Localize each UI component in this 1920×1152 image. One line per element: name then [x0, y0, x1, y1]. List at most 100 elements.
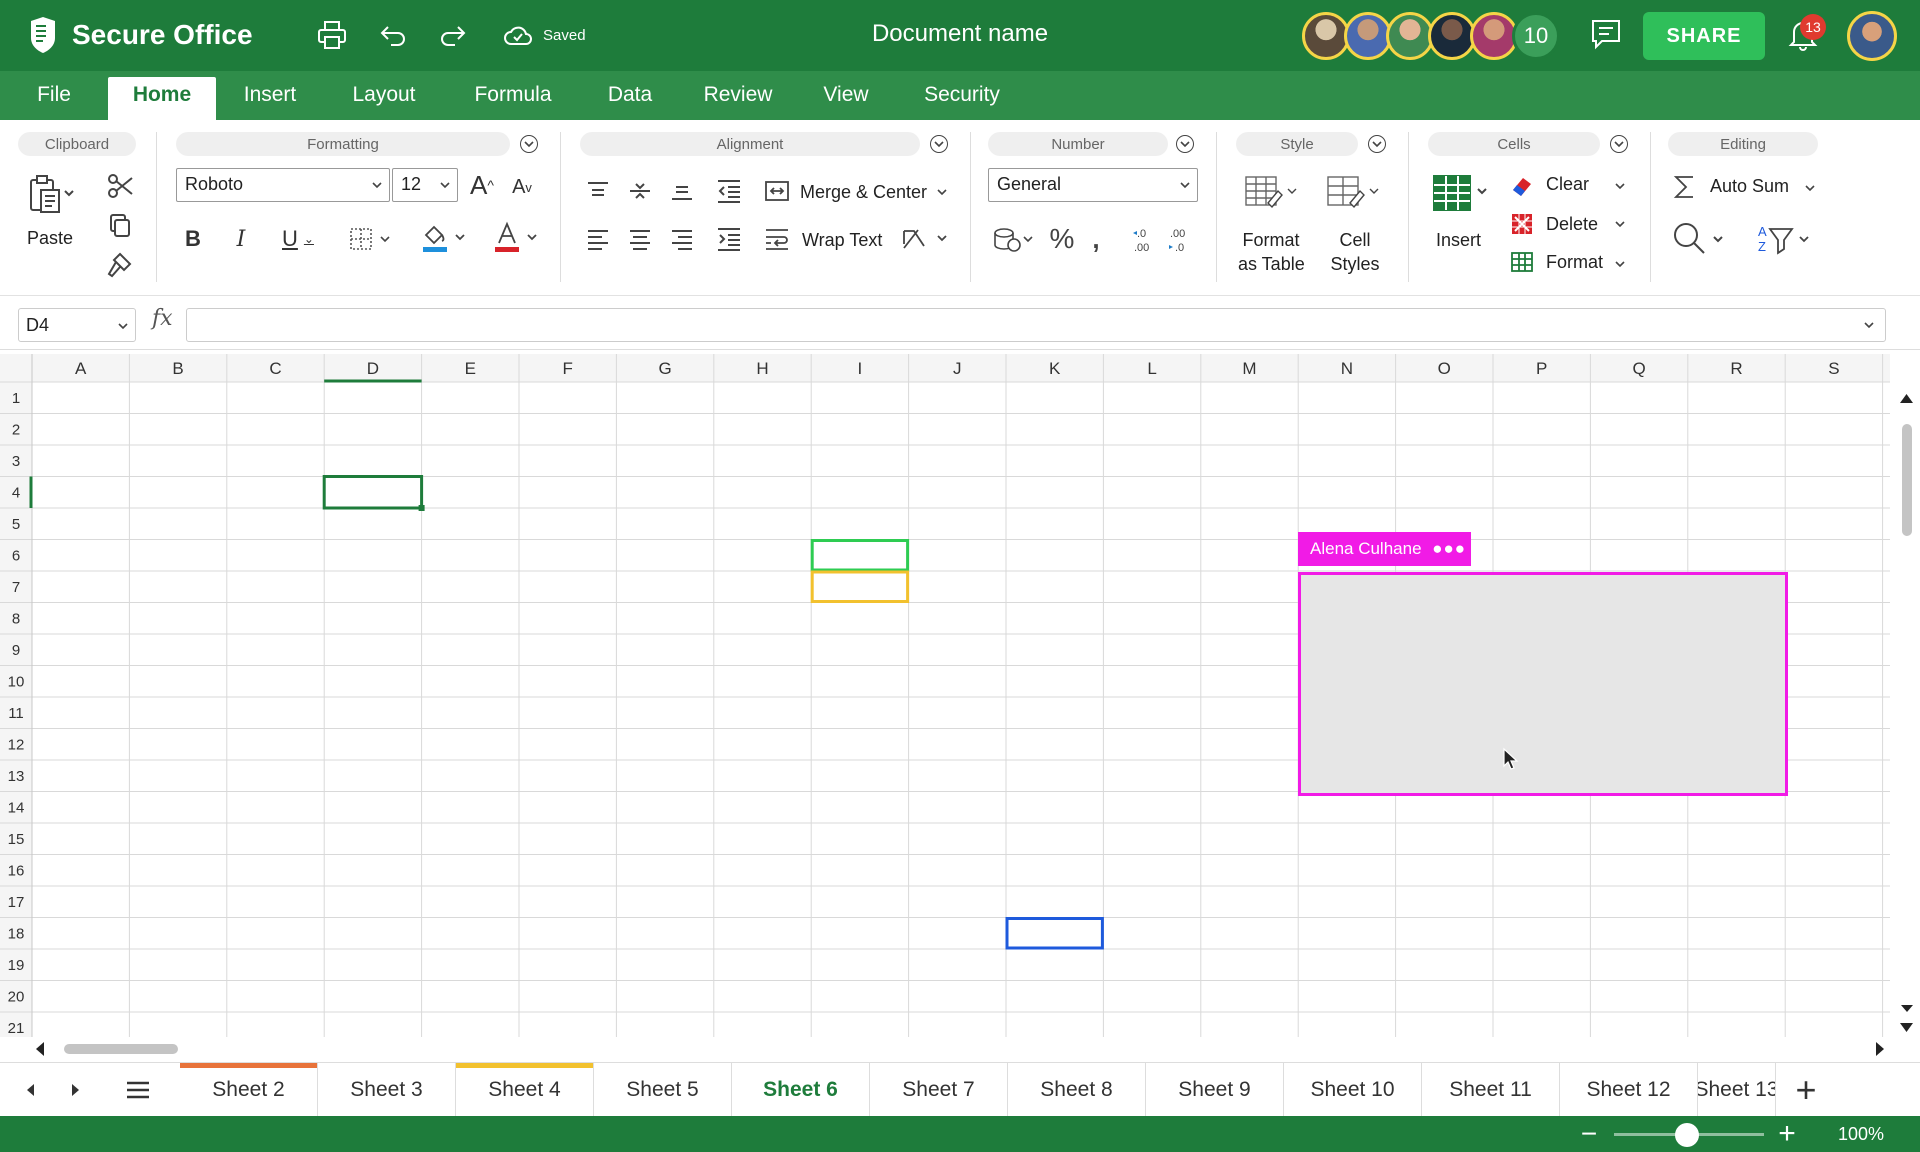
menu-data[interactable]: Data	[600, 83, 660, 120]
font-color-icon[interactable]	[490, 218, 542, 258]
formatting-expand-icon[interactable]	[520, 135, 538, 153]
row-header-7[interactable]: 7	[12, 579, 20, 596]
sheet-tab[interactable]: Sheet 12	[1560, 1063, 1698, 1116]
user-avatar[interactable]	[1847, 11, 1897, 61]
find-search-icon[interactable]	[1668, 218, 1732, 260]
formula-input[interactable]	[186, 308, 1886, 342]
active-cell[interactable]	[322, 475, 424, 510]
row-header-11[interactable]: 11	[8, 705, 24, 722]
zoom-in-icon[interactable]: +	[1774, 1117, 1800, 1150]
style-expand-icon[interactable]	[1368, 135, 1386, 153]
redo-icon[interactable]	[435, 17, 471, 53]
number-expand-icon[interactable]	[1176, 135, 1194, 153]
font-family-select[interactable]: Roboto	[176, 168, 390, 202]
row-header-8[interactable]: 8	[12, 611, 20, 628]
align-center-icon[interactable]	[624, 224, 656, 254]
prev-sheet-icon[interactable]	[18, 1075, 42, 1105]
avatar[interactable]	[1428, 12, 1476, 60]
collaborator-avatars[interactable]: 10	[1302, 12, 1560, 60]
share-button[interactable]: SHARE	[1643, 12, 1765, 60]
chevron-down-icon[interactable]	[1610, 176, 1630, 196]
column-header-J[interactable]: J	[953, 359, 962, 378]
increase-indent-icon[interactable]	[712, 224, 746, 254]
menu-home[interactable]: Home	[108, 77, 216, 120]
sort-filter-icon[interactable]: AZ	[1752, 218, 1818, 260]
italic-icon[interactable]: I	[226, 220, 256, 258]
sheet-tab[interactable]: Sheet 5	[594, 1063, 732, 1116]
percent-icon[interactable]: %	[1046, 220, 1078, 258]
comments-icon[interactable]	[1588, 16, 1624, 57]
format-button[interactable]: Format	[1546, 252, 1603, 273]
column-header-Q[interactable]: Q	[1632, 359, 1645, 378]
more-collaborators-badge[interactable]: 10	[1512, 12, 1560, 60]
scroll-down-icon[interactable]	[1893, 1018, 1920, 1038]
align-right-icon[interactable]	[666, 224, 698, 254]
column-header-C[interactable]: C	[269, 359, 281, 378]
zoom-out-icon[interactable]: −	[1576, 1118, 1602, 1149]
column-header-K[interactable]: K	[1049, 359, 1061, 378]
merge-center-button[interactable]: Merge & Center	[800, 182, 927, 203]
number-format-select[interactable]: General	[988, 168, 1198, 202]
cell-styles-button[interactable]: Cell Styles	[1322, 228, 1388, 276]
column-header-O[interactable]: O	[1438, 359, 1451, 378]
more-dots-icon[interactable]: ●●●	[1432, 539, 1466, 558]
row-header-15[interactable]: 15	[8, 831, 25, 848]
avatar[interactable]	[1386, 12, 1434, 60]
increase-decimal-icon[interactable]: .0.00	[1130, 222, 1160, 258]
insert-cells-icon[interactable]	[1428, 172, 1492, 214]
function-icon[interactable]: fx	[152, 306, 173, 331]
column-header-E[interactable]: E	[465, 359, 476, 378]
align-top-icon[interactable]	[582, 176, 614, 206]
row-header-20[interactable]: 20	[8, 989, 25, 1006]
increase-font-size-icon[interactable]: A ^	[466, 168, 498, 202]
column-header-I[interactable]: I	[858, 359, 863, 378]
row-header-12[interactable]: 12	[8, 737, 25, 754]
column-header-M[interactable]: M	[1242, 359, 1256, 378]
decrease-font-size-icon[interactable]: Av	[506, 170, 538, 204]
menu-insert[interactable]: Insert	[236, 83, 304, 120]
bold-icon[interactable]: B	[178, 220, 208, 258]
row-header-6[interactable]: 6	[12, 548, 20, 565]
row-header-21[interactable]: 21	[8, 1020, 25, 1037]
auto-sum-button[interactable]: Auto Sum	[1710, 176, 1789, 197]
zoom-slider-knob[interactable]	[1675, 1123, 1699, 1147]
sheet-tab[interactable]: Sheet 7	[870, 1063, 1008, 1116]
menu-formula[interactable]: Formula	[468, 83, 558, 120]
format-painter-icon[interactable]	[104, 248, 136, 280]
undo-icon[interactable]	[375, 17, 411, 53]
cells-expand-icon[interactable]	[1610, 135, 1628, 153]
row-header-16[interactable]: 16	[8, 863, 25, 880]
wrap-text-icon[interactable]	[762, 224, 792, 254]
column-header-L[interactable]: L	[1147, 359, 1156, 378]
wrap-text-button[interactable]: Wrap Text	[802, 230, 882, 251]
paste-icon[interactable]	[20, 172, 82, 218]
row-header-18[interactable]: 18	[8, 926, 25, 943]
menu-file[interactable]: File	[36, 83, 72, 120]
sheet-tab[interactable]: Sheet 8	[1008, 1063, 1146, 1116]
row-header-5[interactable]: 5	[12, 516, 20, 533]
comma-style-icon[interactable]: ,	[1084, 220, 1108, 258]
row-header-2[interactable]: 2	[12, 422, 20, 439]
format-as-table-button[interactable]: Format as Table	[1238, 228, 1305, 276]
text-orientation-icon[interactable]	[898, 224, 952, 254]
row-header-17[interactable]: 17	[8, 894, 25, 911]
format-cells-icon[interactable]	[1508, 248, 1536, 276]
sheet-tab[interactable]: Sheet 11	[1422, 1063, 1560, 1116]
column-header-A[interactable]: A	[75, 359, 87, 378]
format-as-table-icon[interactable]	[1240, 172, 1302, 214]
copy-icon[interactable]	[104, 210, 136, 242]
decrease-decimal-icon[interactable]: .00.0	[1166, 222, 1196, 258]
row-header-10[interactable]: 10	[8, 674, 25, 691]
chevron-down-icon[interactable]	[1610, 254, 1630, 274]
add-sheet-icon[interactable]: +	[1786, 1069, 1826, 1110]
next-sheet-icon[interactable]	[64, 1075, 88, 1105]
delete-button[interactable]: Delete	[1546, 214, 1598, 235]
borders-icon[interactable]	[344, 220, 396, 258]
column-header-R[interactable]: R	[1730, 359, 1742, 378]
name-box[interactable]: D4	[18, 308, 136, 342]
sheet-list-menu-icon[interactable]	[118, 1073, 158, 1107]
vertical-scrollbar[interactable]	[1893, 369, 1920, 1037]
sheet-tab[interactable]: Sheet 9	[1146, 1063, 1284, 1116]
font-size-select[interactable]: 12	[392, 168, 458, 202]
sheet-tab[interactable]: Sheet 3	[318, 1063, 456, 1116]
